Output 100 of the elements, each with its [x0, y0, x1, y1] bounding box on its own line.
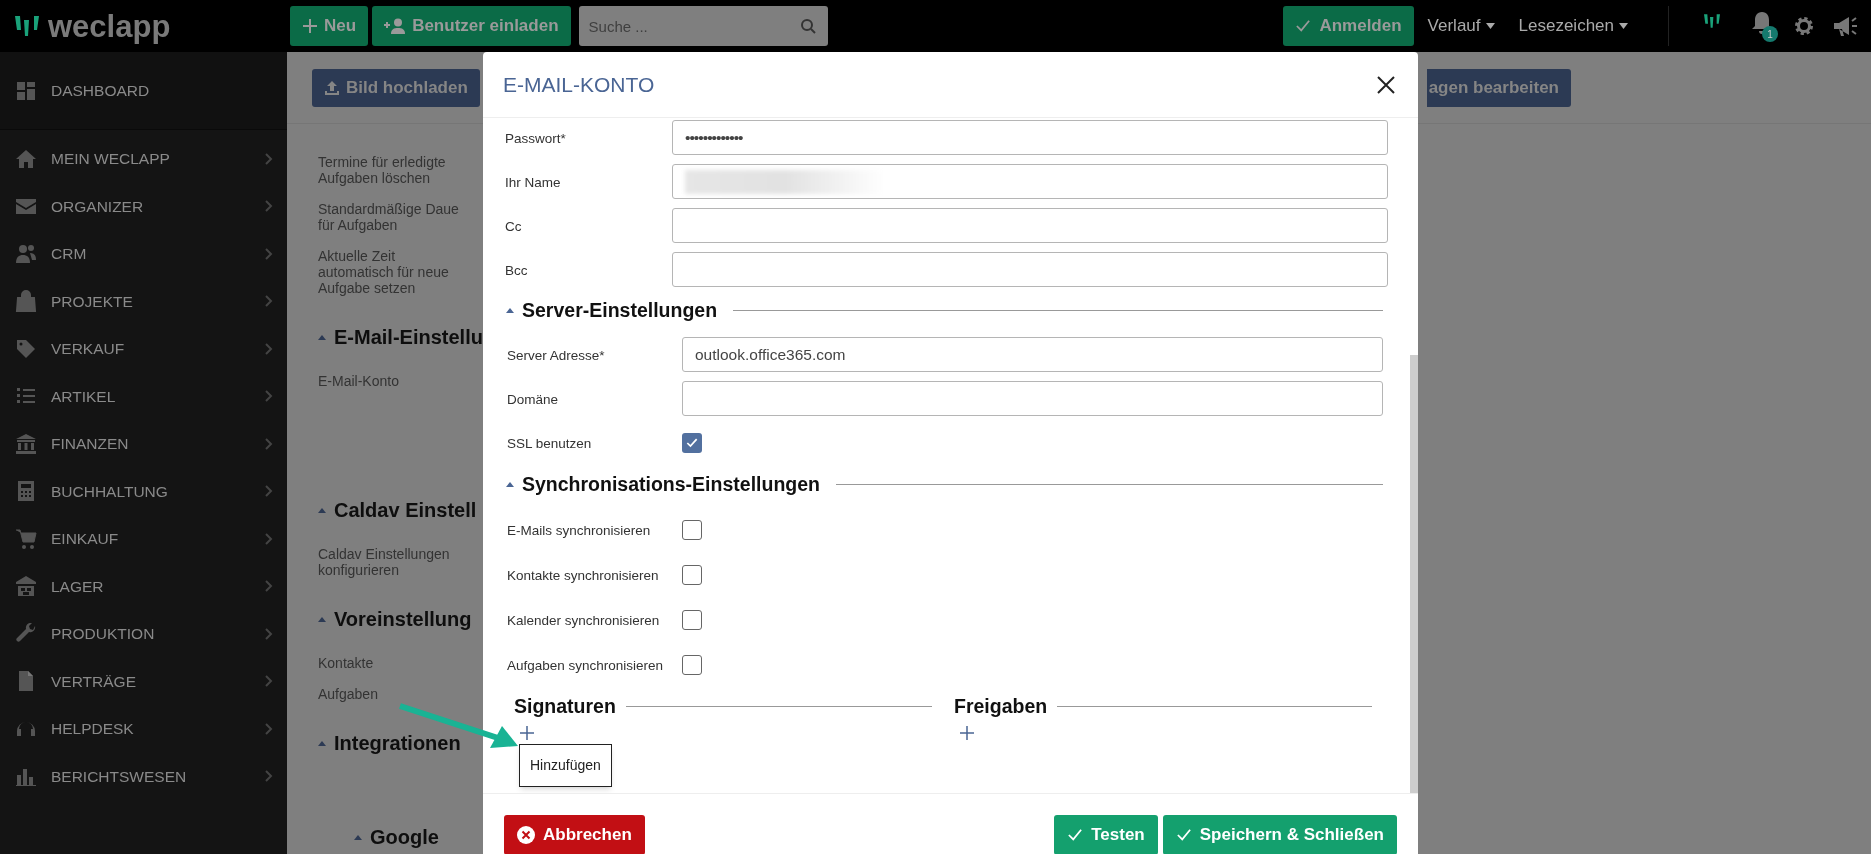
add-button[interactable] — [519, 724, 535, 741]
upload-image-button[interactable]: Bild hochladen — [312, 68, 480, 107]
sidebar-item[interactable]: BERICHTSWESEN — [0, 752, 287, 800]
check-icon — [1295, 19, 1312, 33]
section-heading: Freigaben — [954, 693, 1048, 719]
calculator-icon — [15, 480, 37, 503]
upload-icon — [324, 79, 340, 96]
setting-label: Aktuelle Zeit automatisch für neue Aufgabe setzen — [318, 248, 450, 296]
caret-up-icon — [318, 616, 326, 622]
field-label: Domäne — [507, 391, 559, 408]
sidebar-item[interactable]: CRM — [0, 230, 287, 278]
check-icon — [1067, 828, 1084, 842]
logo-mark-icon — [1703, 13, 1721, 29]
caret-down-icon — [1485, 23, 1495, 29]
section-heading: Voreinstellung — [334, 607, 472, 632]
input-field[interactable] — [672, 164, 1388, 199]
people-icon — [15, 242, 37, 265]
home-icon — [15, 147, 37, 170]
plus-icon — [960, 725, 974, 740]
caret-up-icon — [354, 834, 362, 840]
caret-up-icon — [318, 507, 326, 513]
cancel-button[interactable]: Abbrechen — [504, 815, 645, 854]
caret-up-icon — [318, 740, 326, 746]
section-heading: Integrationen — [334, 731, 461, 756]
input-field[interactable] — [682, 381, 1383, 417]
field-label: Server Adresse* — [507, 347, 605, 364]
bag-icon — [15, 290, 37, 313]
edit-button[interactable]: agen bearbeiten — [1426, 68, 1571, 107]
announcements-button[interactable] — [1833, 15, 1859, 37]
input-field[interactable]: ••••••••••••• — [672, 120, 1388, 155]
section-heading: Signaturen — [514, 693, 616, 719]
sidebar-item[interactable]: LAGER — [0, 562, 287, 610]
confirm-button[interactable]: Testen — [1054, 815, 1158, 854]
sidebar-item[interactable]: FINANZEN — [0, 420, 287, 468]
sidebar-item[interactable]: VERTRÄGE — [0, 657, 287, 705]
input-field[interactable] — [672, 252, 1388, 287]
section-heading: Server-Einstellungen — [522, 298, 718, 323]
tooltip: Hinzufügen — [519, 743, 612, 787]
checkbox[interactable] — [682, 609, 702, 630]
field-label: Bcc — [505, 262, 528, 279]
confirm-button[interactable]: Speichern & Schließen — [1162, 815, 1397, 854]
sidebar-item[interactable]: BUCHHALTUNG — [0, 467, 287, 515]
sidebar-item[interactable]: PROJEKTE — [0, 277, 287, 325]
field-label: SSL benutzen — [507, 436, 592, 453]
input-field[interactable] — [672, 208, 1388, 243]
notification-badge: 1 — [1762, 26, 1778, 42]
dashboard-grid-icon — [15, 79, 37, 102]
section-heading: Caldav Einstell — [334, 498, 477, 523]
check-icon — [1175, 828, 1192, 842]
section-heading: Google — [370, 825, 439, 850]
setting-label: Standardmäßige Daue für Aufgaben — [318, 201, 460, 233]
field-label: Passwort* — [505, 130, 566, 147]
sidebar-item[interactable]: PRODUKTION — [0, 610, 287, 658]
menu-dropdown[interactable]: Lesezeichen — [1518, 13, 1628, 39]
caret-up-icon — [506, 482, 514, 488]
cart-icon — [15, 527, 37, 550]
notifications-button[interactable]: 1 — [1751, 11, 1777, 41]
field-label: Cc — [505, 218, 522, 235]
search-icon — [799, 18, 816, 34]
setting-label: E-Mail-Konto — [318, 373, 400, 389]
setting-label: Termine für erledigte Aufgaben löschen — [318, 154, 447, 186]
plus-icon — [520, 725, 534, 740]
bank-icon — [15, 432, 37, 455]
megaphone-icon — [1833, 15, 1859, 37]
sidebar-item[interactable]: HELPDESK — [0, 705, 287, 753]
logo-mark-icon — [14, 14, 40, 38]
checkbox[interactable] — [682, 519, 702, 540]
caret-up-icon — [506, 308, 514, 314]
sidebar-item[interactable]: EINKAUF — [0, 515, 287, 563]
warehouse-icon — [15, 575, 37, 598]
caret-up-icon — [318, 334, 326, 340]
dialog-title: E-MAIL-KONTO — [503, 71, 655, 98]
add-user-icon — [384, 18, 407, 34]
field-label: Kalender synchronisieren — [507, 612, 660, 629]
checkbox[interactable] — [682, 654, 702, 675]
setting-label: Aufgaben — [318, 686, 379, 702]
sidebar-item[interactable]: ORGANIZER — [0, 182, 287, 230]
settings-icon — [1793, 15, 1815, 37]
field-label: Ihr Name — [505, 174, 561, 191]
field-value: outlook.office365.com — [695, 345, 846, 366]
checkbox[interactable] — [682, 433, 702, 454]
settings-button[interactable] — [1793, 15, 1815, 37]
close-icon — [1377, 75, 1395, 94]
tag-icon — [15, 337, 37, 360]
search-field[interactable]: Suche ... — [578, 6, 828, 46]
checkbox[interactable] — [682, 564, 702, 585]
add-button[interactable] — [959, 724, 975, 741]
input-field[interactable]: outlook.office365.com — [682, 337, 1383, 373]
caret-down-icon — [1619, 23, 1628, 29]
scrollbar-thumb[interactable] — [1410, 355, 1418, 793]
menu-dropdown[interactable]: Verlauf — [1427, 13, 1495, 39]
field-label: E-Mails synchronisieren — [507, 522, 651, 539]
sidebar-item[interactable]: VERKAUF — [0, 325, 287, 373]
section-heading: E-Mail-Einstellu — [334, 325, 483, 350]
field-value: ••••••••••••• — [685, 127, 743, 148]
field-label: Kontakte synchronisieren — [507, 567, 659, 584]
plus-icon — [302, 18, 318, 34]
wrench-icon — [15, 622, 37, 645]
sidebar-item[interactable]: MEIN WECLAPP — [0, 135, 287, 183]
sidebar-item[interactable]: ARTIKEL — [0, 372, 287, 420]
